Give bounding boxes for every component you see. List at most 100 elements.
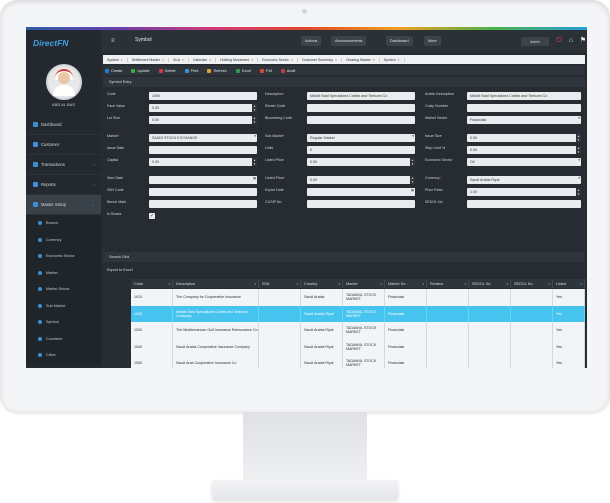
price-ratio-input[interactable]: 1.00 — [467, 188, 581, 196]
tab-clearing-master[interactable]: Clearing Master × — [342, 57, 380, 62]
column-header[interactable]: Market Se... ▾ — [385, 279, 427, 288]
form-panel-header[interactable]: Symbol Entry — [103, 77, 585, 87]
bench-mark-input[interactable] — [149, 200, 257, 208]
code-input[interactable]: 1050 — [149, 92, 257, 100]
step-limit-input[interactable]: 0.00 — [467, 146, 581, 154]
more-button[interactable]: More — [424, 36, 441, 46]
create-button[interactable]: Create — [103, 68, 122, 73]
start-date-input[interactable] — [149, 176, 257, 184]
close-icon[interactable]: × — [251, 58, 253, 62]
announcements-button[interactable]: Announcements — [331, 36, 367, 46]
sidebar-subitem-currency[interactable]: Currency — [26, 231, 101, 248]
close-icon[interactable]: × — [335, 58, 337, 62]
sort-icon[interactable]: ▾ — [422, 282, 424, 286]
close-icon[interactable]: × — [121, 58, 123, 62]
tab-symbol[interactable]: Symbol × — [103, 57, 128, 62]
column-header[interactable]: Market ▾ — [343, 279, 385, 288]
stepper-icon[interactable]: ▲ ▼ — [252, 158, 257, 166]
column-header[interactable]: SEDOL No ▾ — [511, 279, 553, 288]
avatar[interactable] — [46, 64, 82, 100]
market-sector-select[interactable]: Financials — [467, 116, 581, 124]
tab-customer-summary[interactable]: Customer Summary × — [298, 57, 343, 62]
stepper-icon[interactable]: ▲ ▼ — [410, 158, 415, 166]
column-header[interactable]: Country ▾ — [301, 279, 343, 288]
close-icon[interactable]: × — [162, 58, 164, 62]
column-header[interactable]: SEDOL No ▾ — [469, 279, 511, 288]
sidebar-item-reports[interactable]: Reports › — [26, 175, 101, 195]
delete-button[interactable]: Delete — [157, 68, 176, 73]
sidebar-item-customer[interactable]: Customer — [26, 135, 101, 155]
actions-button[interactable]: Actions — [301, 36, 322, 46]
cusip-no-input[interactable] — [307, 200, 415, 208]
column-header[interactable]: Reuters ▾ — [427, 279, 469, 288]
bloomberg-code-input[interactable] — [307, 116, 415, 124]
column-header[interactable]: ISIN ▾ — [259, 279, 301, 288]
sort-icon[interactable]: ▾ — [380, 282, 382, 286]
sort-icon[interactable]: ▾ — [464, 282, 466, 286]
sidebar-subitem-market-sector[interactable]: Market Sector — [26, 281, 101, 298]
sidebar-subitem-branch[interactable]: Branch — [26, 215, 101, 232]
listed-price-input[interactable]: 0.00 — [307, 158, 415, 166]
sidebar-subitem-symbol[interactable]: Symbol — [26, 314, 101, 331]
print-button[interactable]: Print — [183, 68, 198, 73]
cusip-number-input[interactable] — [467, 104, 581, 112]
column-header[interactable]: Description ▾ — [173, 279, 259, 288]
table-row[interactable]: 1030 The Mediterranean Gulf Insurance Rei… — [131, 322, 585, 340]
dashboard-button[interactable]: Dashboard — [386, 36, 413, 46]
stepper-icon[interactable]: ▲ ▼ — [410, 176, 415, 184]
sort-icon[interactable]: ▾ — [506, 282, 508, 286]
sort-icon[interactable]: ▾ — [254, 282, 256, 286]
market-select[interactable]: SAUDI STOCK EXCHANGE — [149, 134, 257, 142]
stepper-icon[interactable]: ▲ ▼ — [576, 134, 581, 142]
currency-select[interactable]: Saudi Arabia Riyal — [467, 176, 581, 184]
tab-economic-sector[interactable]: Economic Sector × — [258, 57, 298, 62]
capital-input[interactable]: 0.00 — [149, 158, 257, 166]
refresh-button[interactable]: Refresh — [205, 68, 227, 73]
close-icon[interactable]: × — [209, 58, 211, 62]
table-row[interactable]: 1010 The Company for Cooperative Insuranc… — [131, 289, 585, 307]
sidebar-item-master-setup[interactable]: Master Setup ⌄ — [26, 195, 101, 215]
face-value-input[interactable]: 0.00 — [149, 104, 257, 112]
stepper-icon[interactable]: ▲ ▼ — [576, 146, 581, 154]
audit-button[interactable]: Audit — [279, 68, 295, 73]
expire-date-input[interactable] — [307, 188, 415, 196]
description-input[interactable]: Middle East Specialized Cables and Telec… — [307, 92, 415, 100]
sort-icon[interactable]: ▾ — [338, 282, 340, 286]
arabic-description-input[interactable]: Middle East Specialized Cables and Telec… — [467, 92, 581, 100]
column-header[interactable]: Code ▾ — [131, 279, 173, 288]
close-icon[interactable]: × — [182, 58, 184, 62]
sidebar-subitem-sub-market[interactable]: Sub Market — [26, 297, 101, 314]
is-sharia-checkbox[interactable]: ✓ — [149, 213, 155, 219]
sort-icon[interactable]: ▾ — [296, 282, 298, 286]
stepper-icon[interactable]: ▲ ▼ — [252, 104, 257, 112]
close-icon[interactable]: × — [373, 58, 375, 62]
table-row[interactable]: 1020 Middle East Specialized Cables and T… — [131, 305, 585, 323]
units-input[interactable]: 0 — [307, 146, 415, 154]
close-icon[interactable]: × — [291, 58, 293, 62]
export-excel-button[interactable]: Export to Excel — [107, 268, 133, 272]
sort-icon[interactable]: ▾ — [548, 282, 550, 286]
economic-sector-select[interactable]: Oil — [467, 158, 581, 166]
tab-symbol-2[interactable]: Symbol × — [380, 57, 405, 62]
bookmark-icon[interactable]: ⚑ — [579, 37, 587, 45]
sort-icon[interactable]: ▾ — [168, 282, 170, 286]
column-header[interactable]: Listed ▾ — [553, 279, 585, 288]
tab-holding-movement[interactable]: Holding Movement × — [216, 57, 259, 62]
issue-size-input[interactable]: 0.00 — [467, 134, 581, 142]
sidebar-subitem-economic-sector[interactable]: Economic Sector — [26, 248, 101, 265]
stepper-icon[interactable]: ▲ ▼ — [252, 116, 257, 124]
sidebar-subitem-market[interactable]: Market — [26, 264, 101, 281]
tab-calendar[interactable]: Calendar × — [189, 57, 217, 62]
close-icon[interactable]: × — [397, 58, 399, 62]
listed-price-2-input[interactable]: 0.00 — [307, 176, 415, 184]
sidebar-subitem-countries[interactable]: Countries — [26, 330, 101, 347]
search-grid-header[interactable]: Search Grid — [103, 252, 585, 262]
excel-button[interactable]: Excel — [234, 68, 251, 73]
table-row[interactable]: 1050 Saudi Arab Cooperative Insurance Co S… — [131, 355, 585, 368]
app-logo[interactable]: DirectFN — [33, 38, 68, 48]
lot-size-input[interactable]: 0.00 — [149, 116, 257, 124]
tab-settlement-master[interactable]: Settlement Master × — [128, 57, 170, 62]
sedol-no-input[interactable] — [467, 200, 581, 208]
user-menu-button[interactable]: Admin — [521, 37, 549, 46]
isin-code-input[interactable] — [149, 188, 257, 196]
